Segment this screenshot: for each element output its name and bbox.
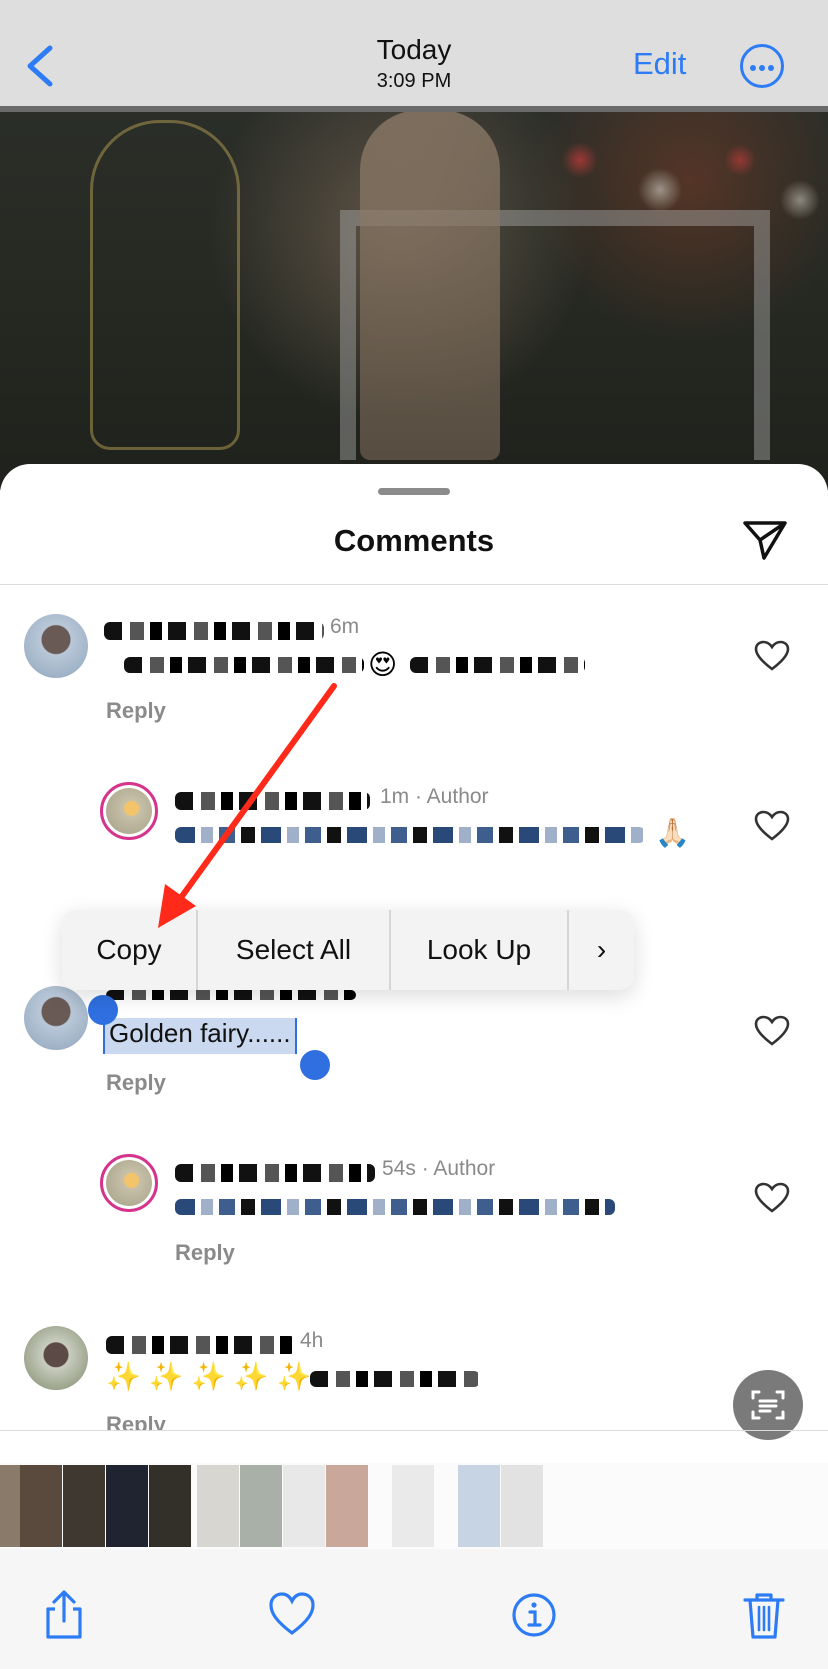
photo-decoration [90,120,240,450]
photo-flowers [540,120,828,230]
redacted-comment-text [410,657,585,673]
comment-item: 6m 😍 Reply [0,612,828,762]
chevron-right-icon[interactable]: › [569,910,634,990]
photo-thumbnail[interactable] [283,1465,325,1547]
redacted-comment-text [310,1371,480,1387]
text-context-menu: Copy Select All Look Up › [62,910,634,990]
trash-icon[interactable] [740,1589,788,1641]
photo-thumbnail[interactable] [240,1465,282,1547]
redacted-username [106,1336,296,1354]
nav-subtitle: 3:09 PM [376,70,452,92]
select-all-menu-item[interactable]: Select All [198,910,391,990]
comment-item: 4h ✨ ✨ ✨ ✨ ✨ Reply [0,1326,828,1430]
avatar[interactable] [100,782,158,840]
avatar[interactable] [24,614,88,678]
comment-time: 6m [330,615,360,638]
reply-button[interactable]: Reply [175,1240,235,1266]
copy-menu-item[interactable]: Copy [62,910,198,990]
bottom-toolbar [0,1549,828,1669]
photo-thumbnail[interactable] [149,1465,191,1547]
nav-title: Today [376,34,452,65]
bottom-divider [0,1430,828,1431]
navigation-bar: Today 3:09 PM Edit [0,0,828,112]
look-up-menu-item[interactable]: Look Up [391,910,569,990]
photo-thumbnail[interactable] [326,1465,368,1547]
edit-button[interactable]: Edit [633,46,686,82]
heart-icon[interactable] [754,1182,790,1214]
comment-emoji: 😍 [368,649,398,680]
photo-thumbnail[interactable] [392,1465,434,1547]
reply-button[interactable]: Reply [106,698,166,724]
redacted-username [175,792,370,810]
paper-plane-icon[interactable] [742,518,788,562]
redacted-username [104,622,324,640]
comment-time: 54s · Author [382,1157,496,1180]
photo-thumbnail[interactable] [501,1465,543,1547]
info-icon[interactable] [510,1589,558,1641]
share-icon[interactable] [40,1589,88,1641]
comment-item: 54s · Author Reply [0,1154,828,1304]
comment-emoji: 🙏🏻 [655,817,690,848]
photo-thumbnail[interactable] [106,1465,148,1547]
comment-time: 1m · Author [380,785,489,808]
redacted-comment-text [175,1199,615,1215]
photo-thumbnail[interactable] [63,1465,105,1547]
sheet-title: Comments [333,523,495,558]
redacted-comment-text [124,657,364,673]
photo-thumbnail[interactable] [458,1465,500,1547]
reply-button[interactable]: Reply [106,1412,166,1430]
comment-emoji: ✨ ✨ ✨ ✨ ✨ [106,1361,312,1392]
thumbnail-strip[interactable] [0,1463,828,1549]
avatar[interactable] [24,1326,88,1390]
heart-icon[interactable] [268,1589,316,1641]
photo-subject [360,110,500,460]
comment-time: 4h [300,1329,324,1352]
photo-thumbnail[interactable] [197,1465,239,1547]
heart-icon[interactable] [754,810,790,842]
redacted-comment-text [175,827,645,843]
ellipsis-circle-icon[interactable] [740,44,784,88]
sheet-divider [0,584,828,585]
avatar[interactable] [100,1154,158,1212]
photo-thumbnail[interactable] [20,1465,62,1547]
redacted-username [175,1164,375,1182]
sheet-grabber[interactable] [378,488,450,495]
heart-icon[interactable] [754,640,790,672]
